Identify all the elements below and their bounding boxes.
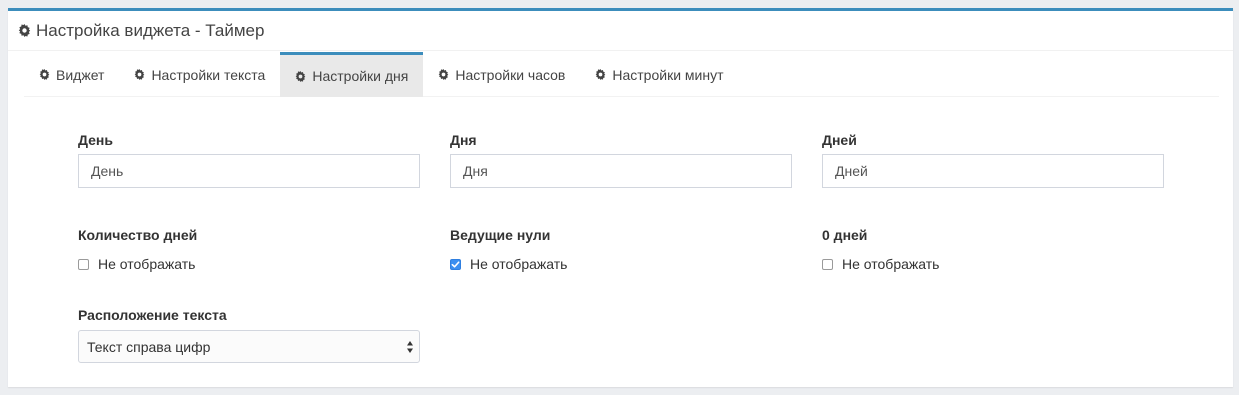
text-position-label: Расположение текста xyxy=(78,307,227,323)
leading-zeros-checkbox[interactable] xyxy=(450,258,461,270)
tab-hours-settings[interactable]: Настройки часов xyxy=(423,52,580,97)
leading-zeros-hide-option[interactable]: Не отображать xyxy=(450,256,567,272)
day-few-input[interactable] xyxy=(450,154,792,188)
day-label: День xyxy=(78,132,113,148)
day-input[interactable] xyxy=(78,154,420,188)
day-many-label: Дней xyxy=(822,132,857,148)
leading-zeros-option-label: Не отображать xyxy=(470,256,568,272)
zero-days-checkbox[interactable] xyxy=(822,258,833,270)
tab-label: Настройки часов xyxy=(455,66,566,83)
gear-icon xyxy=(295,70,306,82)
panel-title: Настройка виджета - Таймер xyxy=(36,20,265,40)
text-position-select[interactable]: Текст справа цифр xyxy=(78,330,420,363)
days-count-option-label: Не отображать xyxy=(98,256,196,272)
zero-days-option-label: Не отображать xyxy=(842,256,940,272)
gear-icon xyxy=(39,69,50,80)
tab-label: Настройки минут xyxy=(612,66,724,83)
tab-widget[interactable]: Виджет xyxy=(24,52,119,97)
tab-label: Настройки текста xyxy=(151,66,266,83)
tab-day-settings[interactable]: Настройки дня xyxy=(280,52,424,97)
gear-icon xyxy=(18,24,31,37)
widget-settings-panel: Настройка виджета - Таймер Виджет Настро… xyxy=(8,8,1233,387)
tab-label: Настройки дня xyxy=(312,68,409,84)
zero-days-hide-option[interactable]: Не отображать xyxy=(822,256,939,272)
panel-header: Настройка виджета - Таймер xyxy=(8,11,1233,51)
leading-zeros-label: Ведущие нули xyxy=(450,227,551,243)
zero-days-label: 0 дней xyxy=(822,227,868,243)
gear-icon xyxy=(134,69,145,80)
settings-tabs: Виджет Настройки текста Настройки дня На… xyxy=(24,52,1219,97)
day-many-input[interactable] xyxy=(822,154,1164,188)
gear-icon xyxy=(438,69,449,80)
days-count-checkbox[interactable] xyxy=(78,258,89,270)
days-count-hide-option[interactable]: Не отображать xyxy=(78,256,195,272)
tab-text-settings[interactable]: Настройки текста xyxy=(119,52,280,97)
gear-icon xyxy=(595,69,606,80)
select-arrows-icon xyxy=(407,341,413,353)
checkmark-icon xyxy=(451,260,460,268)
day-few-label: Дня xyxy=(450,132,477,148)
tab-label: Виджет xyxy=(56,66,105,83)
days-count-label: Количество дней xyxy=(78,227,198,243)
tab-minutes-settings[interactable]: Настройки минут xyxy=(580,52,738,97)
text-position-selected: Текст справа цифр xyxy=(87,338,211,355)
